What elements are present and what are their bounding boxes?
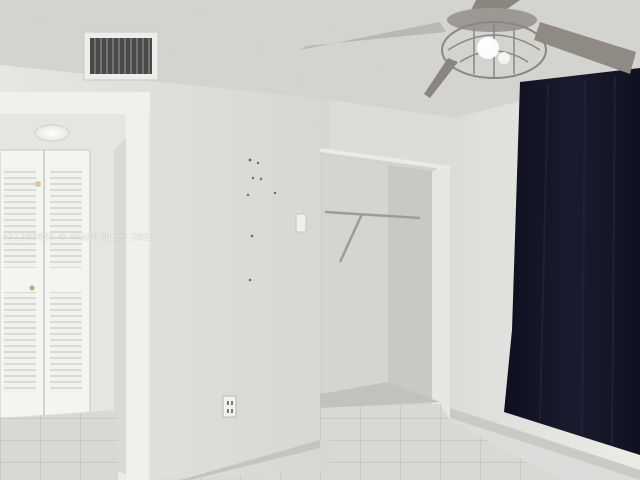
window-curtain xyxy=(504,68,640,455)
hallway-louvered-closet xyxy=(0,149,91,419)
hallway-ceiling-light xyxy=(34,124,70,142)
doorway-header xyxy=(0,92,150,114)
ac-vent xyxy=(83,31,159,81)
mls-watermark: A11380659 © Miami MLS® 2025 xyxy=(2,233,155,243)
fan-light-bulb xyxy=(477,37,499,59)
thermostat-plate xyxy=(295,213,307,233)
wall-outlet xyxy=(222,395,237,418)
doorway-frame xyxy=(126,110,148,480)
closet-frame-right xyxy=(432,168,450,420)
hallway-floor xyxy=(0,410,118,480)
closet-left-wall xyxy=(324,154,388,400)
